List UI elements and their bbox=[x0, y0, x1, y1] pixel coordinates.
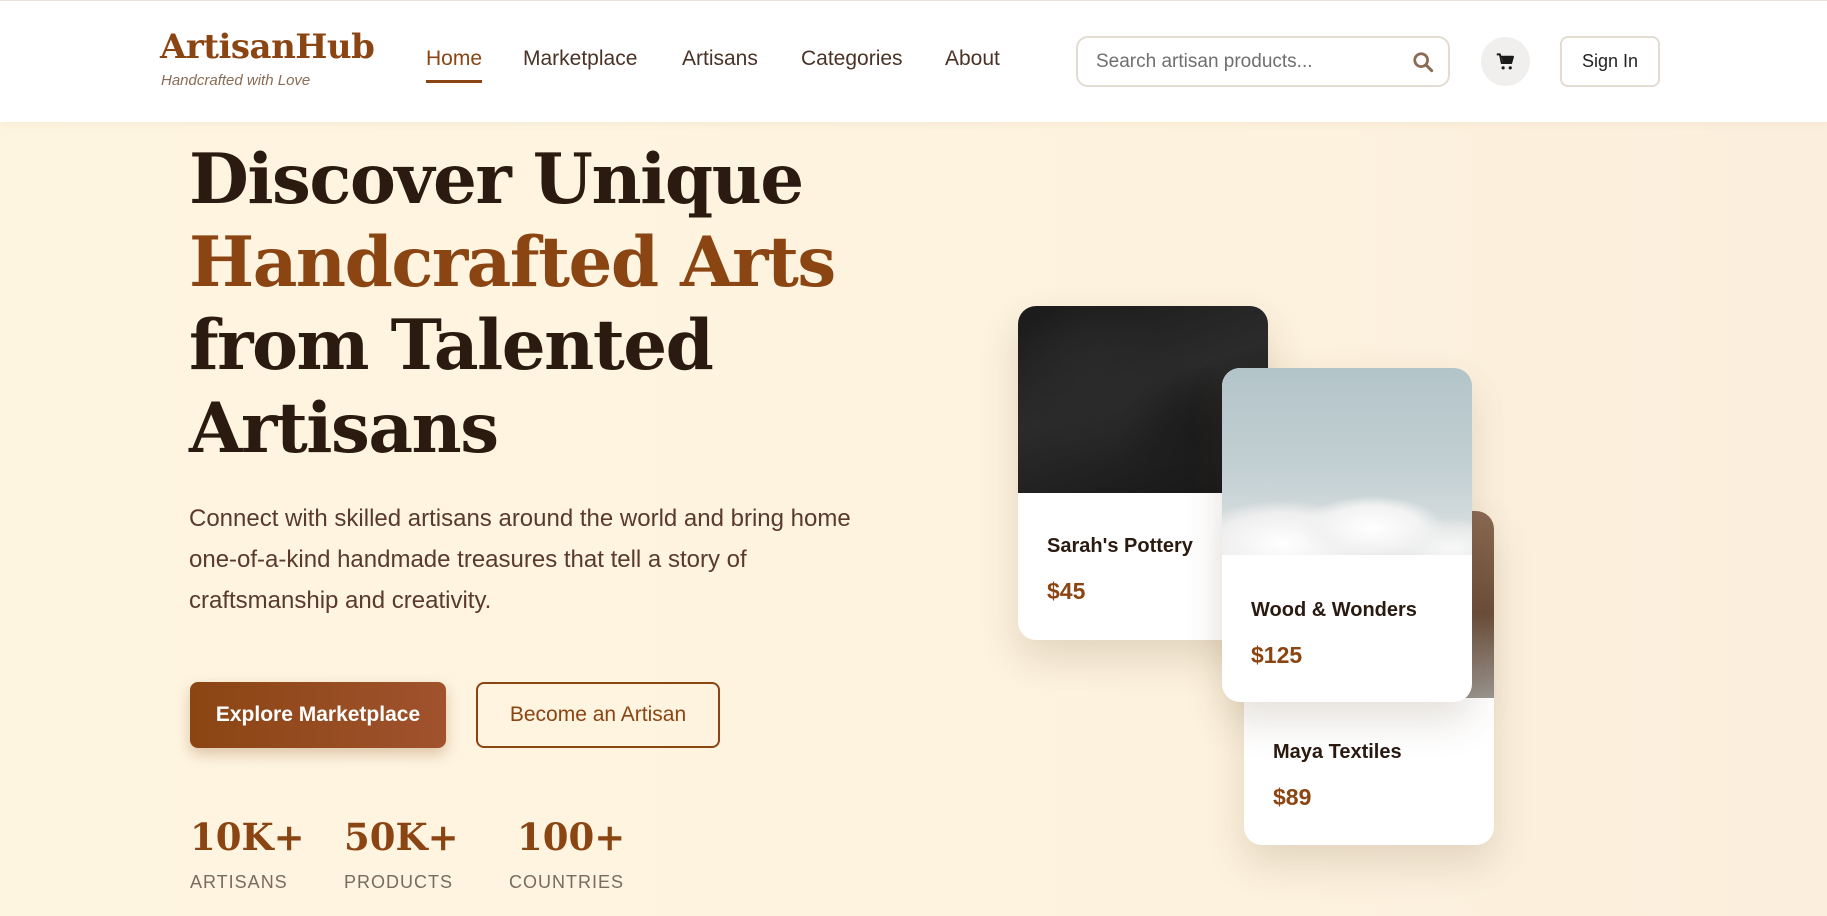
nav-home[interactable]: Home bbox=[426, 47, 483, 83]
hero-title-line-2: Handcrafted Arts bbox=[189, 222, 836, 303]
brand-tagline: Handcrafted with Love bbox=[161, 72, 311, 89]
explore-marketplace-button[interactable]: Explore Marketplace bbox=[190, 682, 446, 748]
page: ArtisanHub Handcrafted with Love Home Ma… bbox=[0, 0, 1827, 916]
brand-name[interactable]: ArtisanHub bbox=[160, 27, 375, 67]
product-image bbox=[1222, 368, 1472, 555]
stat-artisans: 10K+ ARTISANS bbox=[190, 814, 305, 893]
hero-title: Discover Unique Handcrafted Arts from Ta… bbox=[189, 138, 836, 470]
product-name: Wood & Wonders bbox=[1251, 599, 1417, 621]
stat-label: ARTISANS bbox=[190, 872, 288, 892]
hero-title-line-3: from Talented bbox=[189, 305, 714, 386]
hero-title-line-1: Discover Unique bbox=[189, 139, 804, 220]
cart-icon bbox=[1496, 53, 1514, 70]
product-card-wood-and-wonders[interactable]: Wood & Wonders $125 bbox=[1222, 368, 1472, 702]
stat-label: COUNTRIES bbox=[509, 872, 625, 892]
nav-about[interactable]: About bbox=[945, 47, 1000, 71]
stat-value: 10K+ bbox=[190, 815, 305, 859]
product-price: $89 bbox=[1273, 784, 1312, 810]
stat-value: 50K+ bbox=[344, 815, 459, 859]
search-box bbox=[1076, 36, 1450, 87]
product-price: $125 bbox=[1251, 642, 1303, 668]
become-artisan-button[interactable]: Become an Artisan bbox=[476, 682, 720, 748]
product-price: $45 bbox=[1047, 578, 1086, 604]
cart-button[interactable] bbox=[1481, 37, 1530, 86]
nav-categories[interactable]: Categories bbox=[801, 47, 903, 71]
logo[interactable]: ArtisanHub Handcrafted with Love bbox=[160, 27, 375, 89]
search-input[interactable] bbox=[1096, 38, 1396, 85]
nav-artisans[interactable]: Artisans bbox=[682, 47, 758, 71]
nav-marketplace[interactable]: Marketplace bbox=[523, 47, 637, 71]
product-name: Sarah's Pottery bbox=[1047, 535, 1193, 557]
site-header: ArtisanHub Handcrafted with Love Home Ma… bbox=[0, 0, 1827, 122]
search-icon[interactable] bbox=[1412, 51, 1434, 73]
sign-in-button[interactable]: Sign In bbox=[1560, 36, 1660, 87]
product-name: Maya Textiles bbox=[1273, 741, 1402, 763]
stat-value: 100+ bbox=[517, 815, 626, 859]
nav-active-indicator bbox=[426, 80, 483, 83]
hero-title-line-4: Artisans bbox=[189, 388, 499, 469]
stat-label: PRODUCTS bbox=[344, 872, 454, 892]
stat-products: 50K+ PRODUCTS bbox=[344, 814, 459, 893]
nav-home-label: Home bbox=[426, 47, 483, 70]
hero-description: Connect with skilled artisans around the… bbox=[189, 505, 851, 614]
stat-countries: 100+ COUNTRIES bbox=[509, 814, 625, 893]
